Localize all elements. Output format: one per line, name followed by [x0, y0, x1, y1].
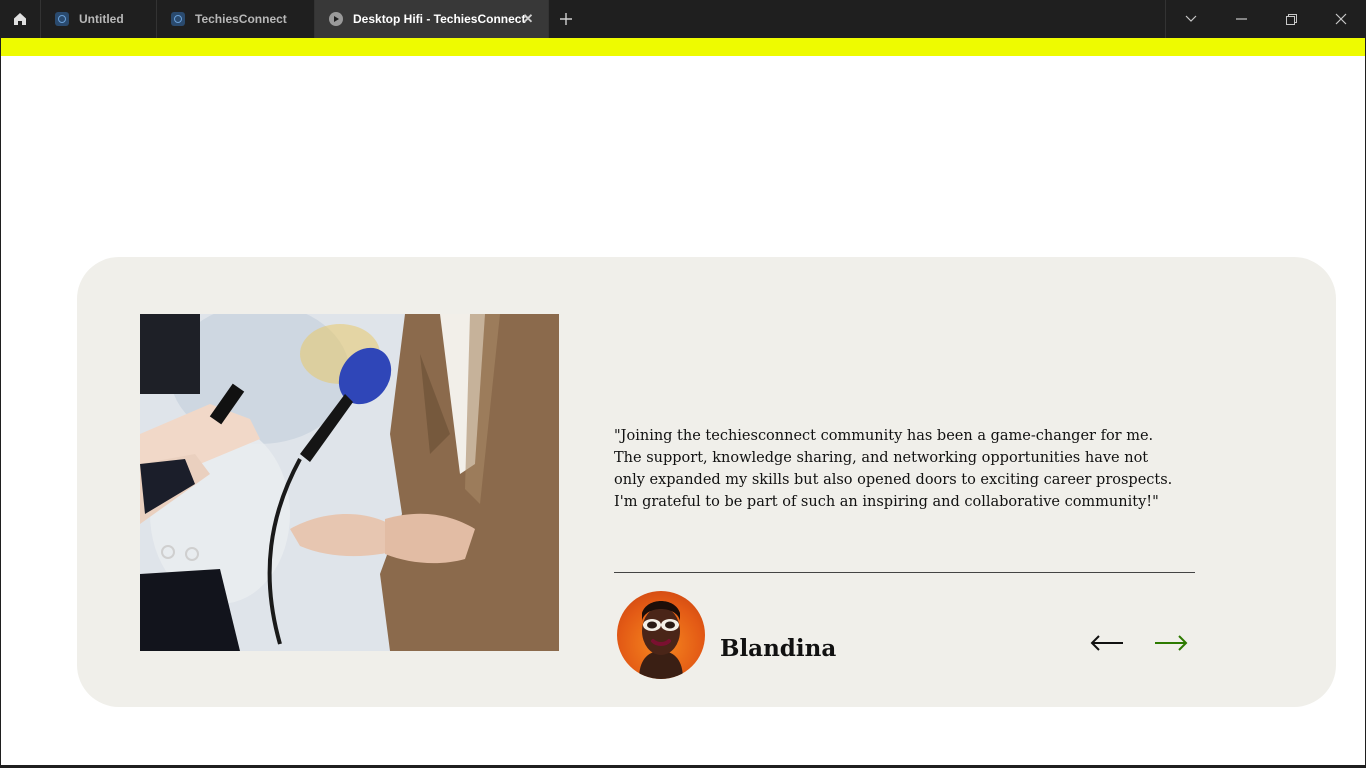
- home-button[interactable]: [0, 0, 41, 38]
- restore-icon: [1285, 13, 1297, 25]
- close-window-button[interactable]: [1316, 0, 1366, 38]
- tab-close-icon[interactable]: ✕: [520, 11, 536, 27]
- tab-label: Desktop Hifi - TechiesConnect: [353, 12, 526, 26]
- plus-icon: [560, 13, 572, 25]
- testimonial-quote: "Joining the techiesconnect community ha…: [614, 428, 1173, 510]
- new-tab-button[interactable]: [556, 9, 576, 29]
- frame-border-left: [0, 38, 1, 768]
- chevron-down-icon: [1185, 15, 1197, 22]
- arrow-left-icon: [1090, 635, 1123, 651]
- avatar: [617, 591, 705, 679]
- home-icon: [14, 13, 26, 25]
- divider: [614, 572, 1195, 573]
- avatar-illustration: [639, 601, 683, 679]
- interview-illustration: [140, 314, 559, 651]
- app-favicon-icon: [55, 12, 69, 26]
- prototype-play-icon: [329, 12, 343, 26]
- interview-photo: [140, 314, 559, 651]
- browser-title-bar: Untitled TechiesConnect Desktop Hifi - T…: [0, 0, 1366, 38]
- next-testimonial-button[interactable]: [1153, 633, 1189, 653]
- app-favicon-icon: [171, 12, 185, 26]
- tab-techiesconnect[interactable]: TechiesConnect: [157, 0, 315, 38]
- tab-label: Untitled: [79, 12, 124, 26]
- close-icon: [1335, 13, 1347, 25]
- tab-list-button[interactable]: [1166, 0, 1216, 38]
- arrow-right-icon: [1155, 635, 1188, 651]
- minimize-icon: [1235, 18, 1247, 20]
- testimonial-author-name: Blandina: [720, 635, 837, 662]
- tab-desktop-hifi[interactable]: Desktop Hifi - TechiesConnect ✕: [315, 0, 549, 38]
- previous-testimonial-button[interactable]: [1089, 633, 1125, 653]
- tab-untitled[interactable]: Untitled: [41, 0, 157, 38]
- testimonial-card: "Joining the techiesconnect community ha…: [77, 257, 1336, 707]
- accent-banner: [1, 38, 1365, 56]
- minimize-button[interactable]: [1216, 0, 1266, 38]
- restore-button[interactable]: [1266, 0, 1316, 38]
- window-controls: [1165, 0, 1366, 38]
- tab-label: TechiesConnect: [195, 12, 287, 26]
